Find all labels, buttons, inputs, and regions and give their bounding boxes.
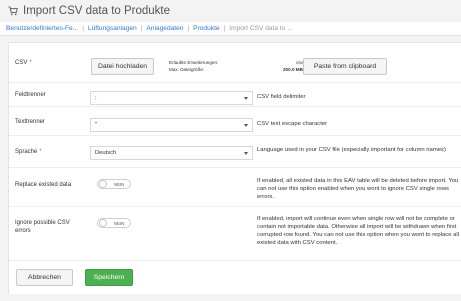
toggle-knob (99, 219, 107, 227)
upload-limits: Erlaubte Erweiterungen: Max. Dateigröße: (169, 59, 218, 73)
ignore-errors-description: If enabled, import will continue even wh… (257, 216, 460, 246)
ignore-errors-toggle-text: NEIN (114, 220, 125, 226)
replace-existing-description: If enabled, all existed data in this EAV… (257, 178, 459, 200)
language-description: Language used in your CSV file (especial… (257, 147, 446, 153)
allowed-extensions-label: Erlaubte Erweiterungen: (169, 60, 219, 65)
breadcrumb: Benutzerdefiniertes-Fe... | Lüftungsanla… (0, 22, 461, 36)
breadcrumb-separator: | (223, 25, 226, 32)
text-delimiter-row: Texttrenner " CSV text escape character (9, 107, 461, 136)
text-delimiter-select[interactable]: " (90, 118, 253, 132)
toggle-knob (99, 180, 107, 188)
breadcrumb-separator: | (140, 25, 143, 32)
required-marker: * (29, 60, 32, 66)
replace-existing-row: Replace existed data NEIN If enabled, al… (9, 168, 461, 207)
page-header: Import CSV data to Produkte (0, 0, 461, 22)
breadcrumb-item-plant-data[interactable]: Anlagedaten (146, 25, 183, 32)
breadcrumb-current: Import CSV data to ... (229, 25, 293, 32)
max-size-label: Max. Dateigröße: (169, 67, 205, 72)
upload-file-button[interactable]: Datei hochladen (91, 58, 154, 75)
csv-label: CSV (15, 60, 28, 66)
language-select[interactable]: Deutsch (90, 146, 253, 160)
page-title: Import CSV data to Produkte (23, 5, 171, 17)
upload-limit-values: csv 200.0 MB (283, 59, 303, 73)
breadcrumb-item-custom-fields[interactable]: Benutzerdefiniertes-Fe... (6, 25, 78, 32)
language-row: Sprache * Deutsch Language used in your C… (9, 136, 461, 168)
breadcrumb-item-ventilation[interactable]: Lüftungsanlagen (88, 25, 137, 32)
field-delimiter-row: Feldtrenner ; CSV field delimiter (9, 83, 461, 107)
language-value: Deutsch (95, 150, 117, 156)
field-delimiter-value: ; (95, 95, 97, 101)
chevron-down-icon (244, 124, 248, 127)
cancel-button[interactable]: Abbrechen (16, 269, 73, 286)
replace-existing-label: Replace existed data (15, 182, 72, 188)
allowed-extensions-value: csv (296, 60, 303, 65)
breadcrumb-separator: | (82, 25, 84, 32)
max-size-value: 200.0 MB (283, 67, 303, 72)
breadcrumb-separator: | (187, 25, 190, 32)
required-marker: * (39, 149, 42, 155)
save-button[interactable]: Speichern (85, 269, 133, 286)
ignore-errors-row: Ignore possible CSV errors NEIN If enabl… (9, 207, 461, 261)
field-delimiter-label: Feldtrenner (15, 92, 46, 98)
text-delimiter-label: Texttrenner (15, 119, 46, 125)
ignore-errors-toggle[interactable]: NEIN (97, 218, 131, 228)
replace-existing-toggle[interactable]: NEIN (97, 179, 131, 189)
csv-row: CSV * Datei hochladen Erlaubte Erweiterun… (9, 43, 461, 83)
paste-from-clipboard-button[interactable]: Paste from clipboard (303, 58, 387, 75)
ignore-errors-label: Ignore possible CSV errors (15, 220, 70, 234)
text-delimiter-value: " (95, 122, 98, 128)
field-delimiter-select[interactable]: ; (90, 91, 253, 105)
shopping-cart-icon (8, 6, 18, 16)
field-delimiter-description: CSV field delimiter (257, 94, 306, 100)
chevron-down-icon (244, 97, 248, 100)
chevron-down-icon (244, 152, 248, 155)
import-form: CSV * Datei hochladen Erlaubte Erweiterun… (8, 42, 461, 294)
breadcrumb-item-products[interactable]: Produkte (193, 25, 219, 32)
replace-existing-toggle-text: NEIN (114, 181, 125, 187)
language-label: Sprache (15, 149, 38, 155)
form-footer: Abbrechen Speichern (9, 261, 461, 295)
text-delimiter-description: CSV text escape character (257, 121, 328, 127)
